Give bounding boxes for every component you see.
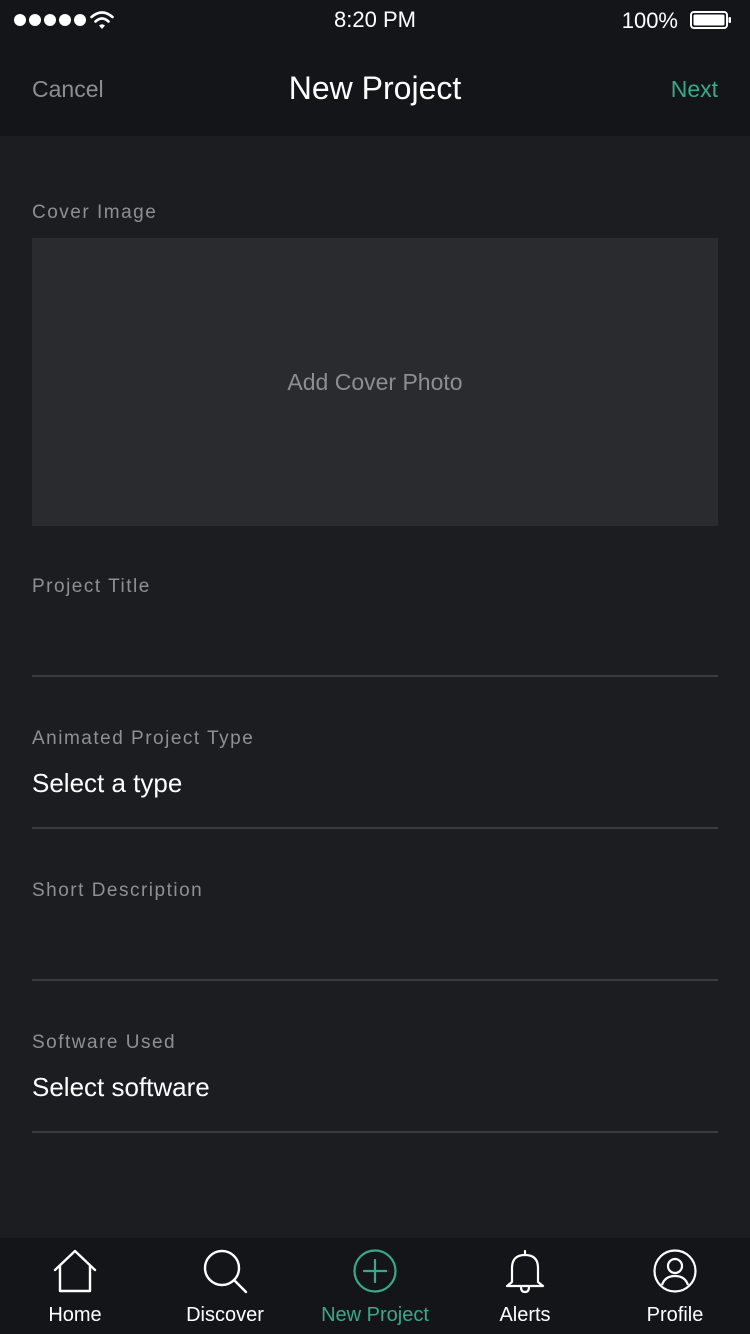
tab-profile[interactable]: Profile	[600, 1238, 750, 1334]
divider	[32, 979, 718, 981]
short-description-label: Short Description	[32, 880, 204, 901]
tab-label: Profile	[646, 1304, 704, 1326]
search-icon	[203, 1249, 248, 1294]
tab-home[interactable]: Home	[0, 1238, 150, 1334]
profile-icon	[653, 1249, 697, 1293]
project-title-input[interactable]	[32, 616, 718, 660]
tab-label: Home	[48, 1304, 102, 1326]
navigation-bar: Cancel New Project Next	[0, 40, 750, 136]
battery-percentage: 100%	[621, 8, 678, 33]
plus-circle-icon	[353, 1249, 397, 1293]
divider	[32, 827, 718, 829]
next-button[interactable]: Next	[671, 76, 718, 103]
project-title-label: Project Title	[32, 576, 151, 597]
cover-photo-placeholder: Add Cover Photo	[287, 368, 463, 395]
software-used-label: Software Used	[32, 1032, 177, 1053]
tab-discover[interactable]: Discover	[150, 1238, 300, 1334]
cover-image-label: Cover Image	[32, 202, 158, 223]
divider	[32, 1131, 718, 1133]
status-bar: 8:20 PM 100%	[0, 0, 750, 40]
add-cover-photo-button[interactable]: Add Cover Photo	[32, 238, 718, 526]
short-description-input[interactable]	[32, 920, 718, 964]
tab-new-project[interactable]: New Project	[300, 1238, 450, 1334]
software-select[interactable]: Select software	[32, 1072, 210, 1103]
home-icon	[53, 1249, 97, 1293]
page-title: New Project	[288, 70, 462, 106]
tab-bar: Home Discover New Project Alerts Profile	[0, 1238, 750, 1334]
tab-label: Alerts	[499, 1304, 551, 1326]
tab-label: New Project	[321, 1304, 429, 1326]
bell-icon	[505, 1249, 545, 1294]
tab-alerts[interactable]: Alerts	[450, 1238, 600, 1334]
project-type-select[interactable]: Select a type	[32, 768, 182, 799]
tab-label: Discover	[186, 1304, 264, 1326]
battery-icon	[690, 11, 731, 29]
divider	[32, 675, 718, 677]
project-type-label: Animated Project Type	[32, 728, 255, 749]
